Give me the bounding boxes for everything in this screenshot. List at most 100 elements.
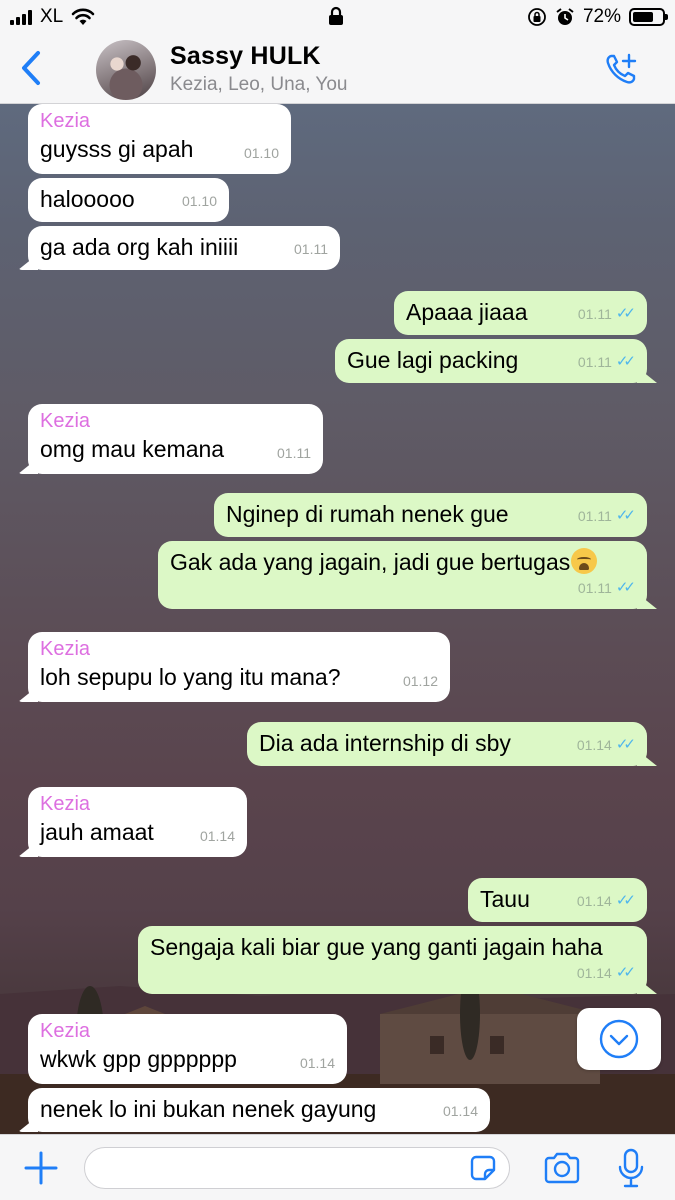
message-time: 01.14 [576, 893, 612, 909]
message-time: 01.11 [577, 354, 612, 370]
message-time: 01.11 [294, 241, 328, 257]
message-meta: 01.12 [403, 667, 438, 695]
message-meta: 01.11 ✓✓ [577, 300, 636, 328]
message-time: 01.14 [199, 828, 235, 844]
lock-icon [329, 6, 343, 25]
wifi-icon [71, 8, 95, 25]
message-meta: 01.14 [443, 1097, 478, 1125]
add-call-button[interactable] [601, 49, 641, 89]
incoming-message[interactable]: Kezia guysss gi apah 01.10 [28, 104, 291, 174]
plus-icon [24, 1151, 58, 1185]
alarm-icon [556, 8, 574, 25]
microphone-button[interactable] [616, 1147, 646, 1189]
incoming-message[interactable]: nenek lo ini bukan nenek gayung 01.14 [28, 1088, 490, 1132]
message-text: Gak ada yang jagain, jadi gue bertugas [170, 549, 571, 575]
message-time: 01.14 [576, 965, 612, 981]
group-avatar[interactable] [96, 40, 156, 100]
chat-messages[interactable]: Kezia guysss gi apah 01.10 halooooo 01.10 ga … [0, 104, 675, 1134]
sticker-button[interactable] [468, 1153, 498, 1183]
back-button[interactable] [16, 48, 48, 88]
read-receipt-icon: ✓✓ [615, 305, 636, 322]
incoming-message[interactable]: Kezia jauh amaat 01.14 [28, 787, 247, 857]
carrier-label: XL [40, 6, 64, 27]
outgoing-message[interactable]: Dia ada internship di sby 01.14 ✓✓ [247, 722, 647, 766]
message-sender[interactable]: Kezia [40, 409, 311, 433]
message-time: 01.10 [243, 145, 279, 161]
read-receipt-icon: ✓✓ [615, 736, 636, 753]
message-meta: 01.14 ✓✓ [576, 959, 636, 987]
scroll-to-bottom-button[interactable] [577, 1008, 661, 1070]
message-text: Dia ada internship di sby [259, 730, 511, 756]
message-meta: 01.10 [182, 187, 217, 215]
message-input-bar [0, 1134, 675, 1200]
camera-button[interactable] [542, 1151, 582, 1185]
outgoing-message[interactable]: Gak ada yang jagain, jadi gue bertugas 01… [158, 541, 647, 609]
message-time: 01.14 [576, 737, 612, 753]
group-members[interactable]: Kezia, Leo, Una, You [170, 74, 347, 96]
chat-header: Sassy HULK Kezia, Leo, Una, You [0, 34, 675, 104]
incoming-message[interactable]: halooooo 01.10 [28, 178, 229, 222]
message-text: Sengaja kali biar gue yang ganti jagain … [150, 934, 603, 960]
camera-icon [544, 1152, 580, 1184]
message-meta: 01.11 ✓✓ [577, 348, 636, 376]
orientation-lock-icon [528, 8, 546, 26]
message-text: halooooo [40, 186, 135, 212]
message-sender[interactable]: Kezia [40, 1019, 335, 1043]
cellular-signal-icon [10, 9, 32, 25]
message-meta: 01.14 ✓✓ [576, 887, 636, 915]
status-bar: XL 72% [0, 0, 675, 34]
message-text: jauh amaat [40, 819, 154, 845]
message-text: loh sepupu lo yang itu mana? [40, 664, 341, 690]
outgoing-message[interactable]: Nginep di rumah nenek gue 01.11 ✓✓ [214, 493, 647, 537]
outgoing-message[interactable]: Tauu 01.14 ✓✓ [468, 878, 647, 922]
incoming-message[interactable]: Kezia loh sepupu lo yang itu mana? 01.12 [28, 632, 450, 702]
message-meta: 01.14 ✓✓ [576, 731, 636, 759]
incoming-message[interactable]: Kezia omg mau kemana 01.11 [28, 404, 323, 474]
message-text: Apaaa jiaaa [406, 299, 528, 325]
message-text: Tauu [480, 886, 530, 912]
message-time: 01.12 [402, 673, 438, 689]
message-text: guysss gi apah [40, 136, 194, 162]
weary-face-emoji [571, 548, 598, 574]
message-text: wkwk gpp gpppppp [40, 1046, 237, 1072]
message-text: ga ada org kah iniiii [40, 234, 239, 260]
read-receipt-icon: ✓✓ [615, 579, 636, 596]
attach-button[interactable] [22, 1149, 60, 1187]
battery-percentage: 72% [582, 6, 621, 27]
message-sender[interactable]: Kezia [40, 109, 279, 133]
message-time: 01.11 [277, 445, 311, 461]
message-meta: 01.11 ✓✓ [577, 574, 636, 602]
message-meta: 01.14 [300, 1049, 335, 1077]
outgoing-message[interactable]: Gue lagi packing 01.11 ✓✓ [335, 339, 647, 383]
message-time: 01.11 [577, 580, 612, 596]
message-meta: 01.11 [294, 235, 328, 263]
incoming-message[interactable]: Kezia wkwk gpp gpppppp 01.14 [28, 1014, 347, 1084]
message-meta: 01.11 ✓✓ [577, 502, 636, 530]
outgoing-message[interactable]: Apaaa jiaaa 01.11 ✓✓ [394, 291, 647, 335]
message-sender[interactable]: Kezia [40, 637, 438, 661]
message-time: 01.10 [181, 193, 217, 209]
message-text: omg mau kemana [40, 436, 225, 462]
read-receipt-icon: ✓✓ [615, 892, 636, 909]
message-time: 01.11 [577, 508, 612, 524]
message-time: 01.14 [299, 1055, 335, 1071]
read-receipt-icon: ✓✓ [615, 964, 636, 981]
message-text: Gue lagi packing [347, 347, 519, 373]
message-time: 01.14 [442, 1103, 478, 1119]
message-time: 01.11 [577, 306, 612, 322]
microphone-icon [618, 1148, 644, 1188]
message-sender[interactable]: Kezia [40, 792, 235, 816]
chevron-down-circle-icon [599, 1019, 639, 1059]
message-meta: 01.11 [277, 439, 311, 467]
chevron-left-icon [22, 51, 40, 85]
message-input[interactable] [84, 1147, 510, 1189]
message-text: Nginep di rumah nenek gue [226, 501, 509, 527]
message-meta: 01.10 [244, 139, 279, 167]
read-receipt-icon: ✓✓ [615, 353, 636, 370]
read-receipt-icon: ✓✓ [615, 507, 636, 524]
incoming-message[interactable]: ga ada org kah iniiii 01.11 [28, 226, 340, 270]
sticker-icon [470, 1155, 496, 1181]
chat-title[interactable]: Sassy HULK [170, 42, 321, 71]
add-call-icon [606, 53, 637, 84]
outgoing-message[interactable]: Sengaja kali biar gue yang ganti jagain … [138, 926, 647, 994]
